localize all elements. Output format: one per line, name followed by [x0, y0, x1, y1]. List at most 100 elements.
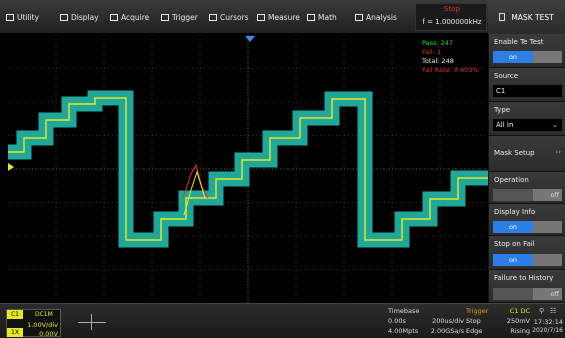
- operation-toggle[interactable]: off: [493, 189, 562, 201]
- menu-math-label: Math: [318, 12, 337, 22]
- display-info-off: [533, 221, 562, 233]
- display-info-label: Display Info: [494, 208, 536, 216]
- menu-acquire[interactable]: Acquire: [110, 0, 149, 34]
- chevron-down-icon: ⌄: [552, 121, 558, 129]
- menu-utility-label: Utility: [17, 12, 40, 22]
- enable-test-label: Enable Te Test: [494, 38, 544, 46]
- failure-history-item[interactable]: Failure to History off: [489, 270, 565, 303]
- status-bar: C1 DC1M 1.00V/div 1X 0.00V Timebase 0.00…: [0, 303, 565, 338]
- mask-setup-item[interactable]: Mask Setup ››: [489, 136, 565, 172]
- usb-icon: ⚲: [539, 307, 545, 315]
- timebase-label: Timebase: [388, 307, 420, 315]
- menu-math[interactable]: Math: [307, 0, 337, 34]
- measure-icon: [257, 13, 265, 21]
- failure-history-on: [493, 288, 533, 300]
- source-item[interactable]: Source C1: [489, 68, 565, 102]
- analysis-icon: [355, 13, 363, 21]
- operation-on: [493, 189, 533, 201]
- panel-title-label: MASK TEST: [511, 12, 554, 22]
- type-value: All In ⌄: [493, 119, 562, 131]
- type-value-text: All In: [496, 121, 514, 129]
- waveform-svg: [8, 35, 488, 303]
- pass-count: Pass: 247: [422, 39, 454, 47]
- enable-test-item[interactable]: Enable Te Test on: [489, 34, 565, 68]
- menu-display[interactable]: Display: [60, 0, 99, 34]
- trigger-source: C1 DC: [509, 307, 530, 315]
- trigger-icon: [161, 13, 169, 21]
- mask-setup-label: Mask Setup: [494, 149, 535, 157]
- operation-label: Operation: [494, 176, 529, 184]
- cursors-icon: [209, 13, 217, 21]
- menu-measure[interactable]: Measure: [257, 0, 300, 34]
- trigger-box[interactable]: Trigger C1 DC Stop 250mV Edge Rising: [466, 307, 530, 337]
- add-channel-button[interactable]: [78, 314, 106, 330]
- timebase-delay: 0.00s: [388, 317, 406, 325]
- run-status-box[interactable]: Stop f = 1.000000kHz: [415, 3, 487, 31]
- menu-acquire-label: Acquire: [121, 12, 150, 22]
- acquire-icon: [110, 13, 118, 21]
- display-icon: [60, 13, 68, 21]
- total-count: Total: 248: [422, 57, 454, 65]
- failure-history-label: Failure to History: [494, 274, 554, 282]
- clock-area: ⚲ ☷ 17:32:14 2020/7/16: [532, 307, 563, 337]
- panel-title-icon: [499, 13, 506, 21]
- run-state: Stop: [444, 5, 460, 13]
- trigger-level: 250mV: [506, 317, 530, 325]
- display-info-item[interactable]: Display Info on: [489, 204, 565, 236]
- fail-rate: Fail Rate: 0.403%: [422, 66, 479, 74]
- stop-on-fail-state: on: [493, 254, 533, 266]
- enable-test-toggle[interactable]: on: [493, 51, 562, 63]
- type-label: Type: [494, 106, 511, 114]
- channel-vdiv: 1.00V/div: [27, 321, 58, 329]
- menu-cursors-label: Cursors: [220, 12, 249, 22]
- menu-utility[interactable]: Utility: [6, 0, 39, 34]
- stop-on-fail-item[interactable]: Stop on Fail on: [489, 236, 565, 270]
- channel-c1-box[interactable]: C1 DC1M 1.00V/div 1X 0.00V: [6, 309, 61, 338]
- timebase-scale: 200us/div: [432, 317, 464, 325]
- utility-icon: [6, 13, 14, 21]
- panel-title: MASK TEST: [488, 0, 565, 34]
- menu-display-label: Display: [71, 12, 99, 22]
- failure-history-toggle[interactable]: off: [493, 288, 562, 300]
- plus-icon-h: [78, 322, 106, 323]
- menu-trigger-label: Trigger: [172, 12, 198, 22]
- waveform-display[interactable]: Pass: 247 Fail: 1 Total: 248 Fail Rate: …: [8, 35, 488, 303]
- stop-on-fail-toggle[interactable]: on: [493, 254, 562, 266]
- display-info-toggle[interactable]: on: [493, 221, 562, 233]
- operation-item[interactable]: Operation off: [489, 172, 565, 204]
- enable-test-off: [533, 51, 562, 63]
- mask-test-panel: Enable Te Test on Source C1 Type All In …: [488, 34, 565, 303]
- channel-tag: C1: [7, 310, 23, 319]
- stop-on-fail-off: [533, 254, 562, 266]
- math-icon: [307, 13, 315, 21]
- channel-coupling: DC1M: [35, 311, 53, 318]
- clock-date: 2020/7/16: [532, 327, 563, 334]
- trigger-type: Edge: [466, 327, 483, 335]
- type-item[interactable]: Type All In ⌄: [489, 102, 565, 136]
- trigger-mode: Stop: [466, 317, 481, 325]
- channel-offset: 0.00V: [39, 330, 58, 338]
- menu-cursors[interactable]: Cursors: [209, 0, 249, 34]
- menu-bar: Utility Display Acquire Trigger Cursors …: [0, 0, 565, 34]
- menu-trigger[interactable]: Trigger: [161, 0, 198, 34]
- menu-measure-label: Measure: [268, 12, 300, 22]
- stop-on-fail-label: Stop on Fail: [494, 240, 535, 248]
- timebase-points: 4.00Mpts: [388, 327, 419, 335]
- source-value: C1: [493, 85, 562, 97]
- mask-stats: Pass: 247 Fail: 1 Total: 248 Fail Rate: …: [422, 39, 479, 75]
- network-icon: ☷: [550, 307, 557, 315]
- channel-probe: 1X: [7, 328, 23, 337]
- menu-analysis[interactable]: Analysis: [355, 0, 397, 34]
- source-label: Source: [494, 72, 519, 80]
- frequency-readout: f = 1.000000kHz: [422, 18, 482, 26]
- timebase-box[interactable]: Timebase 0.00s 200us/div 4.00Mpts 2.00GS…: [388, 307, 464, 337]
- clock-time: 17:32:14: [533, 318, 563, 326]
- chevron-right-icon: ››: [555, 148, 561, 156]
- fail-count: Fail: 1: [422, 48, 442, 56]
- trigger-slope: Rising: [510, 327, 530, 335]
- failure-history-state: off: [550, 290, 559, 298]
- timebase-rate: 2.00GSa/s: [430, 327, 464, 335]
- display-info-state: on: [493, 221, 533, 233]
- enable-test-state: on: [493, 51, 533, 63]
- trigger-label: Trigger: [466, 307, 489, 315]
